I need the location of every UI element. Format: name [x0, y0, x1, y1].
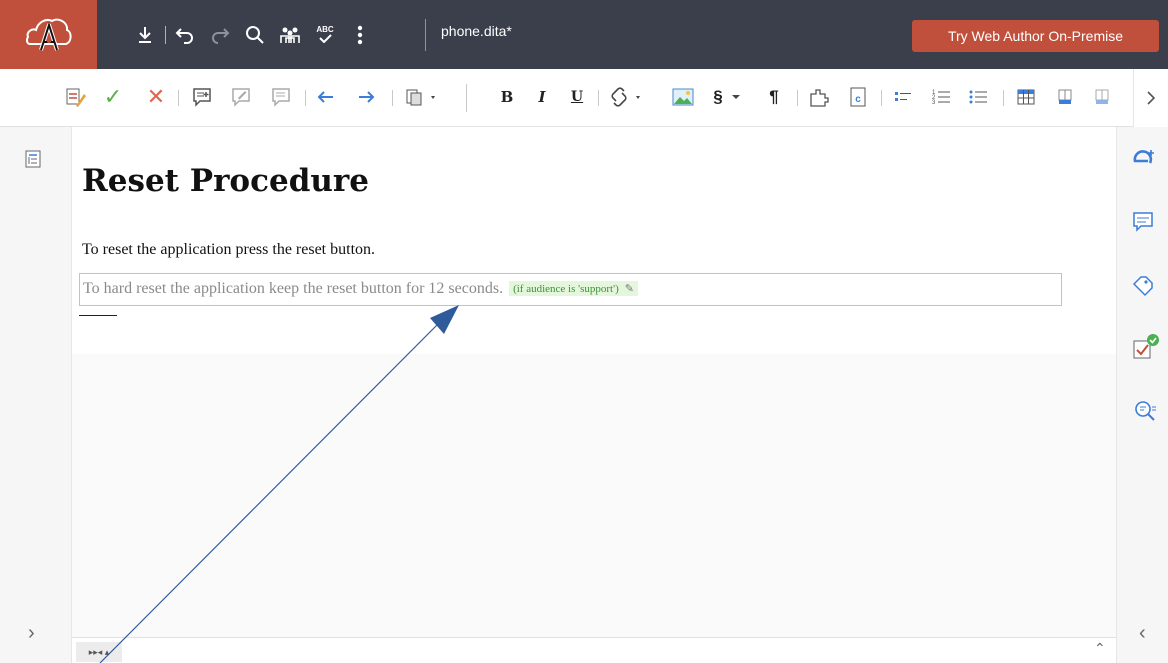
conditional-paragraph[interactable]: To hard reset the application keep the r…: [79, 273, 1062, 306]
insert-table-icon[interactable]: [1013, 83, 1039, 111]
edit-comment-icon[interactable]: [228, 83, 254, 111]
redo-icon[interactable]: [207, 22, 233, 48]
insert-conref-icon[interactable]: [806, 83, 832, 111]
toolbar-separator: [165, 25, 166, 44]
link-menu-icon[interactable]: [606, 83, 648, 111]
paragraph[interactable]: To reset the application press the reset…: [82, 241, 375, 259]
delete-row-icon[interactable]: [1090, 83, 1116, 111]
unordered-list-icon[interactable]: [965, 83, 991, 111]
status-bar: ▸▸◂ ▴ ⌃: [72, 637, 1116, 663]
breadcrumb-tags[interactable]: ▸▸◂ ▴: [76, 642, 122, 662]
insert-keyref-icon[interactable]: c: [845, 83, 871, 111]
paragraph-button[interactable]: ¶: [762, 83, 786, 111]
validation-icon[interactable]: [1132, 333, 1160, 361]
next-change-icon[interactable]: [354, 83, 378, 111]
insert-step-icon[interactable]: [890, 83, 916, 111]
cursor-underline: [79, 315, 117, 316]
more-vertical-icon[interactable]: [347, 22, 373, 48]
toolbar-separator: [797, 90, 798, 106]
try-on-premise-button[interactable]: Try Web Author On-Premise: [912, 20, 1159, 52]
bold-button[interactable]: B: [495, 83, 519, 111]
toolbar-separator: [598, 90, 599, 106]
find-icon[interactable]: [1133, 399, 1159, 425]
format-toolbar: ✓ ✕ B I U § ¶ c 123: [0, 69, 1168, 127]
app-logo[interactable]: [0, 0, 97, 69]
add-comment-icon[interactable]: [189, 83, 215, 111]
download-icon[interactable]: [132, 22, 158, 48]
svg-text:3: 3: [932, 100, 936, 106]
section-label: §: [713, 87, 723, 106]
spellcheck-icon[interactable]: ABC: [312, 22, 338, 48]
right-side-panel: ‹: [1116, 127, 1168, 663]
elements-icon[interactable]: [1131, 147, 1157, 173]
page-title[interactable]: Reset Procedure: [82, 163, 369, 199]
toolbar-separator: [1003, 90, 1004, 106]
oxygen-logo-icon: [25, 18, 72, 51]
condition-label: (if audience is 'support'): [513, 283, 619, 295]
paragraph[interactable]: To hard reset the application keep the r…: [83, 280, 503, 297]
toolbar-separator: [305, 90, 306, 106]
profiling-condition-badge[interactable]: (if audience is 'support') ✎: [509, 281, 638, 296]
insert-image-icon[interactable]: [670, 83, 696, 111]
paragraph-text-wrapper: To hard reset the application keep the r…: [83, 280, 638, 298]
search-icon[interactable]: [242, 22, 268, 48]
italic-button[interactable]: I: [530, 83, 554, 111]
toolbar-overflow-icon[interactable]: [1133, 69, 1168, 127]
expand-left-panel-button[interactable]: ›: [28, 622, 35, 645]
editor-area[interactable]: Reset Procedure To reset the application…: [72, 127, 1116, 637]
document-page[interactable]: Reset Procedure To reset the application…: [72, 127, 1116, 354]
undo-icon[interactable]: [172, 22, 198, 48]
toolbar-separator: [466, 84, 467, 112]
comments-icon[interactable]: [1132, 211, 1156, 235]
paste-menu-icon[interactable]: [402, 83, 442, 111]
left-side-panel: ›: [0, 127, 72, 663]
spellcheck-text: ABC: [316, 25, 334, 34]
toolbar-separator: [881, 90, 882, 106]
toolbar-separator: [178, 90, 179, 106]
users-icon[interactable]: [277, 22, 303, 48]
top-bar: ABC phone.dita* Try Web Author On-Premis…: [0, 0, 1168, 69]
expand-status-bar-button[interactable]: ⌃: [1094, 640, 1106, 657]
accept-change-icon[interactable]: ✓: [100, 83, 126, 111]
track-changes-icon[interactable]: [62, 83, 88, 111]
pencil-icon[interactable]: ✎: [625, 282, 634, 295]
underline-button[interactable]: U: [565, 83, 589, 111]
toolbar-separator: [392, 90, 393, 106]
insert-row-icon[interactable]: [1053, 83, 1079, 111]
outline-icon[interactable]: [24, 149, 46, 171]
section-menu-button[interactable]: §: [706, 83, 748, 111]
reject-change-icon[interactable]: ✕: [143, 83, 169, 111]
document-filename: phone.dita*: [441, 23, 512, 39]
toolbar-separator: [425, 19, 426, 51]
svg-text:c: c: [855, 94, 861, 105]
remove-comment-icon[interactable]: [268, 83, 294, 111]
ordered-list-icon[interactable]: 123: [928, 83, 954, 111]
collapse-right-panel-button[interactable]: ‹: [1139, 622, 1146, 645]
attributes-icon[interactable]: [1132, 275, 1156, 299]
previous-change-icon[interactable]: [314, 83, 338, 111]
